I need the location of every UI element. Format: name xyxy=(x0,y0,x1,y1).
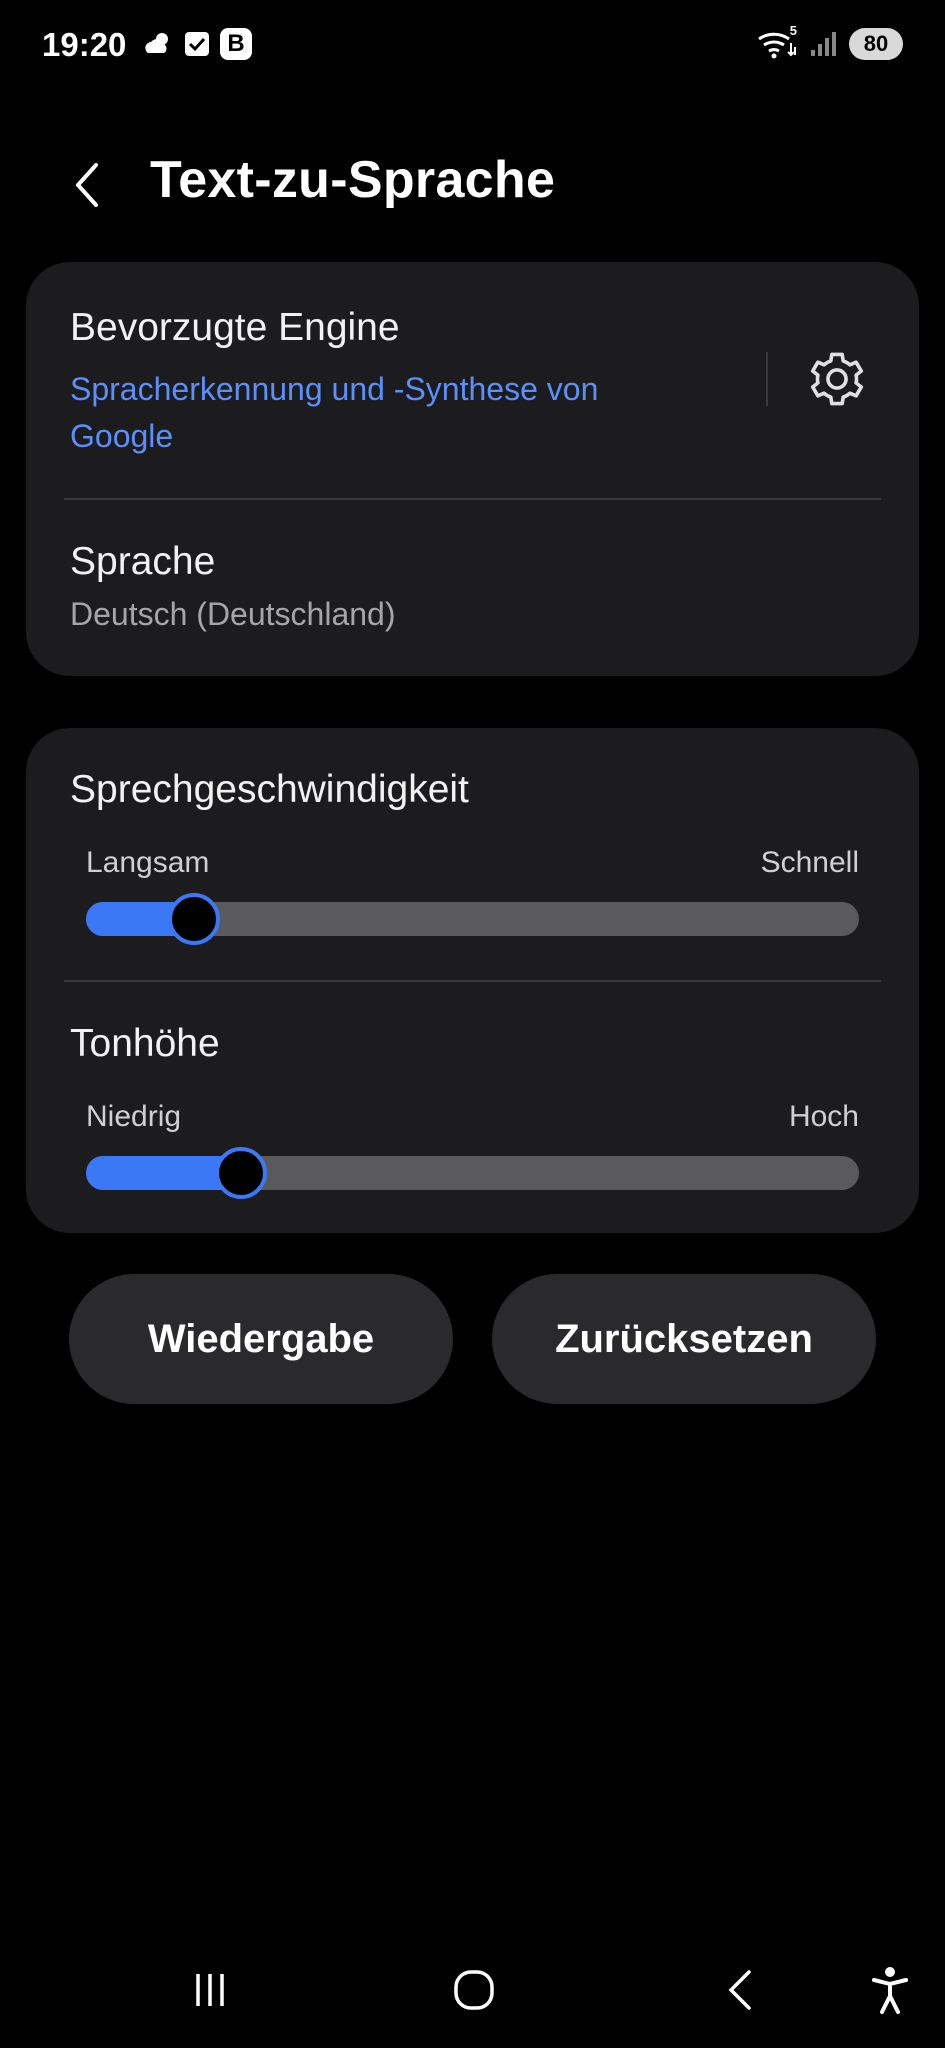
status-icons-left: B xyxy=(142,28,252,60)
accessibility-icon xyxy=(872,1967,908,2014)
back-icon xyxy=(728,1970,751,2010)
speech-rate-slider-thumb[interactable] xyxy=(168,893,221,945)
engine-settings-button[interactable] xyxy=(802,344,872,414)
nav-back-button[interactable] xyxy=(700,1950,780,2030)
wifi-badge: 5 xyxy=(789,23,797,38)
b-app-letter: B xyxy=(227,30,245,57)
accessibility-button[interactable] xyxy=(850,1950,930,2030)
page-title: Text-zu-Sprache xyxy=(150,151,556,209)
pitch-min-label: Niedrig xyxy=(86,1100,182,1133)
checkbox-icon xyxy=(184,31,210,57)
status-bar: 19:20 B 5 80 xyxy=(0,0,945,96)
preferred-engine-label: Bevorzugte Engine xyxy=(70,306,400,349)
pitch-slider-thumb[interactable] xyxy=(214,1147,267,1199)
speech-settings-card: Sprechgeschwindigkeit Langsam Schnell To… xyxy=(26,728,919,1233)
recent-apps-icon xyxy=(196,1974,224,2006)
status-time: 19:20 xyxy=(42,26,127,63)
speech-rate-max-label: Schnell xyxy=(760,846,859,879)
back-button[interactable] xyxy=(60,158,114,212)
chevron-left-icon xyxy=(76,163,98,207)
home-button[interactable] xyxy=(434,1950,514,2030)
engine-language-card: Bevorzugte Engine Spracherkennung und -S… xyxy=(26,262,919,676)
navigation-bar xyxy=(0,1950,945,2030)
weather-cloud-sun-icon xyxy=(142,29,174,59)
battery-level: 80 xyxy=(863,31,889,56)
reset-button[interactable]: Zurücksetzen xyxy=(492,1274,876,1404)
wifi-icon: 5 xyxy=(757,23,797,59)
battery-icon: 80 xyxy=(849,28,903,60)
signal-icon xyxy=(809,30,837,58)
recent-apps-button[interactable] xyxy=(170,1950,250,2030)
speech-rate-slider[interactable] xyxy=(86,893,859,945)
preferred-engine-value: Spracherkennung und -Synthese von Google xyxy=(70,371,599,454)
gear-icon xyxy=(810,352,864,406)
play-button[interactable]: Wiedergabe xyxy=(69,1274,453,1404)
header: Text-zu-Sprache xyxy=(0,140,945,230)
b-app-icon: B xyxy=(220,28,252,60)
speech-rate-min-label: Langsam xyxy=(86,846,210,879)
speech-rate-label: Sprechgeschwindigkeit xyxy=(70,768,469,811)
status-icons-right: 5 80 xyxy=(757,23,903,60)
vertical-divider xyxy=(766,352,768,406)
language-value: Deutsch (Deutschland) xyxy=(70,596,396,632)
pitch-slider[interactable] xyxy=(86,1147,859,1199)
preferred-engine-row[interactable]: Bevorzugte Engine Spracherkennung und -S… xyxy=(26,262,726,498)
home-icon xyxy=(454,1970,494,2010)
language-row[interactable]: Sprache Deutsch (Deutschland) xyxy=(26,500,919,676)
pitch-max-label: Hoch xyxy=(788,1100,859,1133)
card-divider xyxy=(64,980,881,982)
pitch-label: Tonhöhe xyxy=(70,1022,220,1065)
language-label: Sprache xyxy=(70,540,216,583)
